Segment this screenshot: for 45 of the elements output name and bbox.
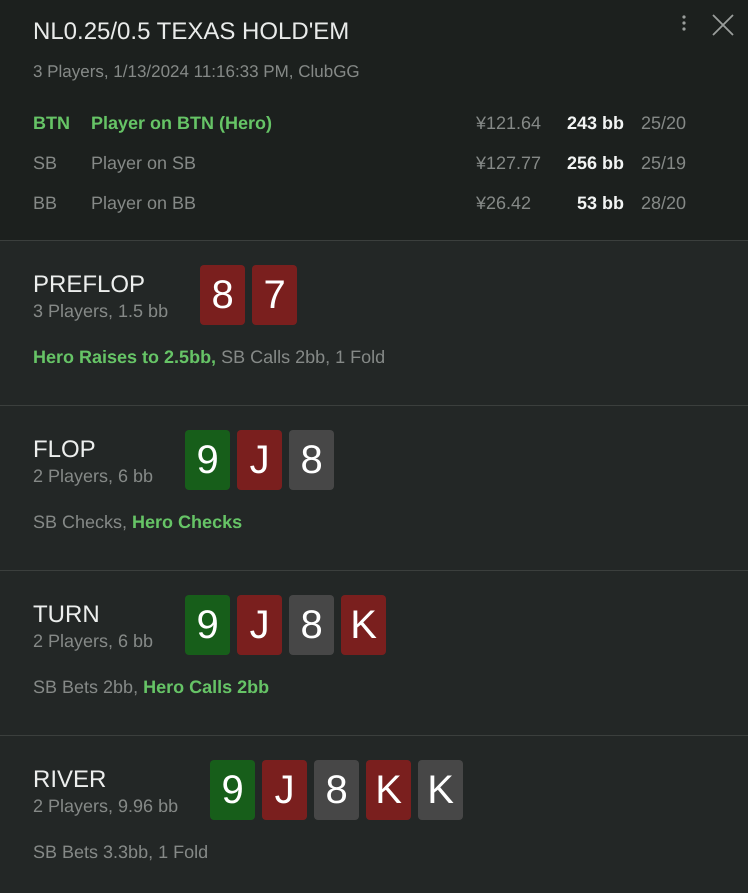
player-position: BTN [33,112,71,134]
street-actions: SB Bets 3.3bb, 1 Fold [33,841,210,864]
street-actions: SB Bets 2bb, Hero Calls 2bb [33,676,270,699]
street-summary: 2 Players, 6 bb [33,630,154,653]
playing-card: 9 [210,760,256,820]
player-stack-bb: 243 bb [566,112,624,134]
vertical-dots-icon[interactable] [682,15,686,31]
player-name: Player on SB [91,152,198,174]
playing-card: K [341,595,386,655]
street-summary: 2 Players, 6 bb [33,465,154,488]
playing-card: 8 [200,265,246,325]
hand-title: NL0.25/0.5 TEXAS HOLD'EM [33,18,350,46]
playing-card: J [262,760,308,820]
playing-card: 9 [185,595,230,655]
hand-subtitle: 3 Players, 1/13/2024 11:16:33 PM, ClubGG [33,61,361,83]
playing-card: 8 [289,430,334,490]
player-stack: ¥127.77 [476,152,542,174]
player-position: BB [33,192,58,214]
playing-card: K [418,760,464,820]
street-summary: 3 Players, 1.5 bb [33,300,168,323]
street-actions: SB Checks, Hero Checks [33,511,244,534]
player-stack-bb: 256 bb [566,152,624,174]
playing-card: 7 [252,265,298,325]
player-ratio: 25/20 [640,112,688,134]
close-icon[interactable] [712,14,734,36]
playing-card: 8 [314,760,360,820]
playing-card: J [237,595,282,655]
player-stack: ¥121.64 [476,112,542,134]
player-stack-bb: 53 bb [576,192,624,214]
playing-card: 9 [185,430,230,490]
player-name: Player on BB [91,192,198,214]
street-summary: 2 Players, 9.96 bb [33,795,178,818]
playing-card: 8 [289,595,334,655]
street-name: FLOP [33,436,97,464]
player-ratio: 25/19 [640,152,688,174]
playing-card: J [237,430,282,490]
playing-card: K [366,760,412,820]
player-position: SB [33,152,58,174]
street-actions: Hero Raises to 2.5bb, SB Calls 2bb, 1 Fold [33,346,386,369]
player-ratio: 28/20 [640,192,688,214]
player-stack: ¥26.42 [476,192,532,214]
street-name: PREFLOP [33,271,146,299]
street-name: TURN [33,601,101,629]
player-name: Player on BTN (Hero) [91,112,274,134]
street-name: RIVER [33,766,108,794]
